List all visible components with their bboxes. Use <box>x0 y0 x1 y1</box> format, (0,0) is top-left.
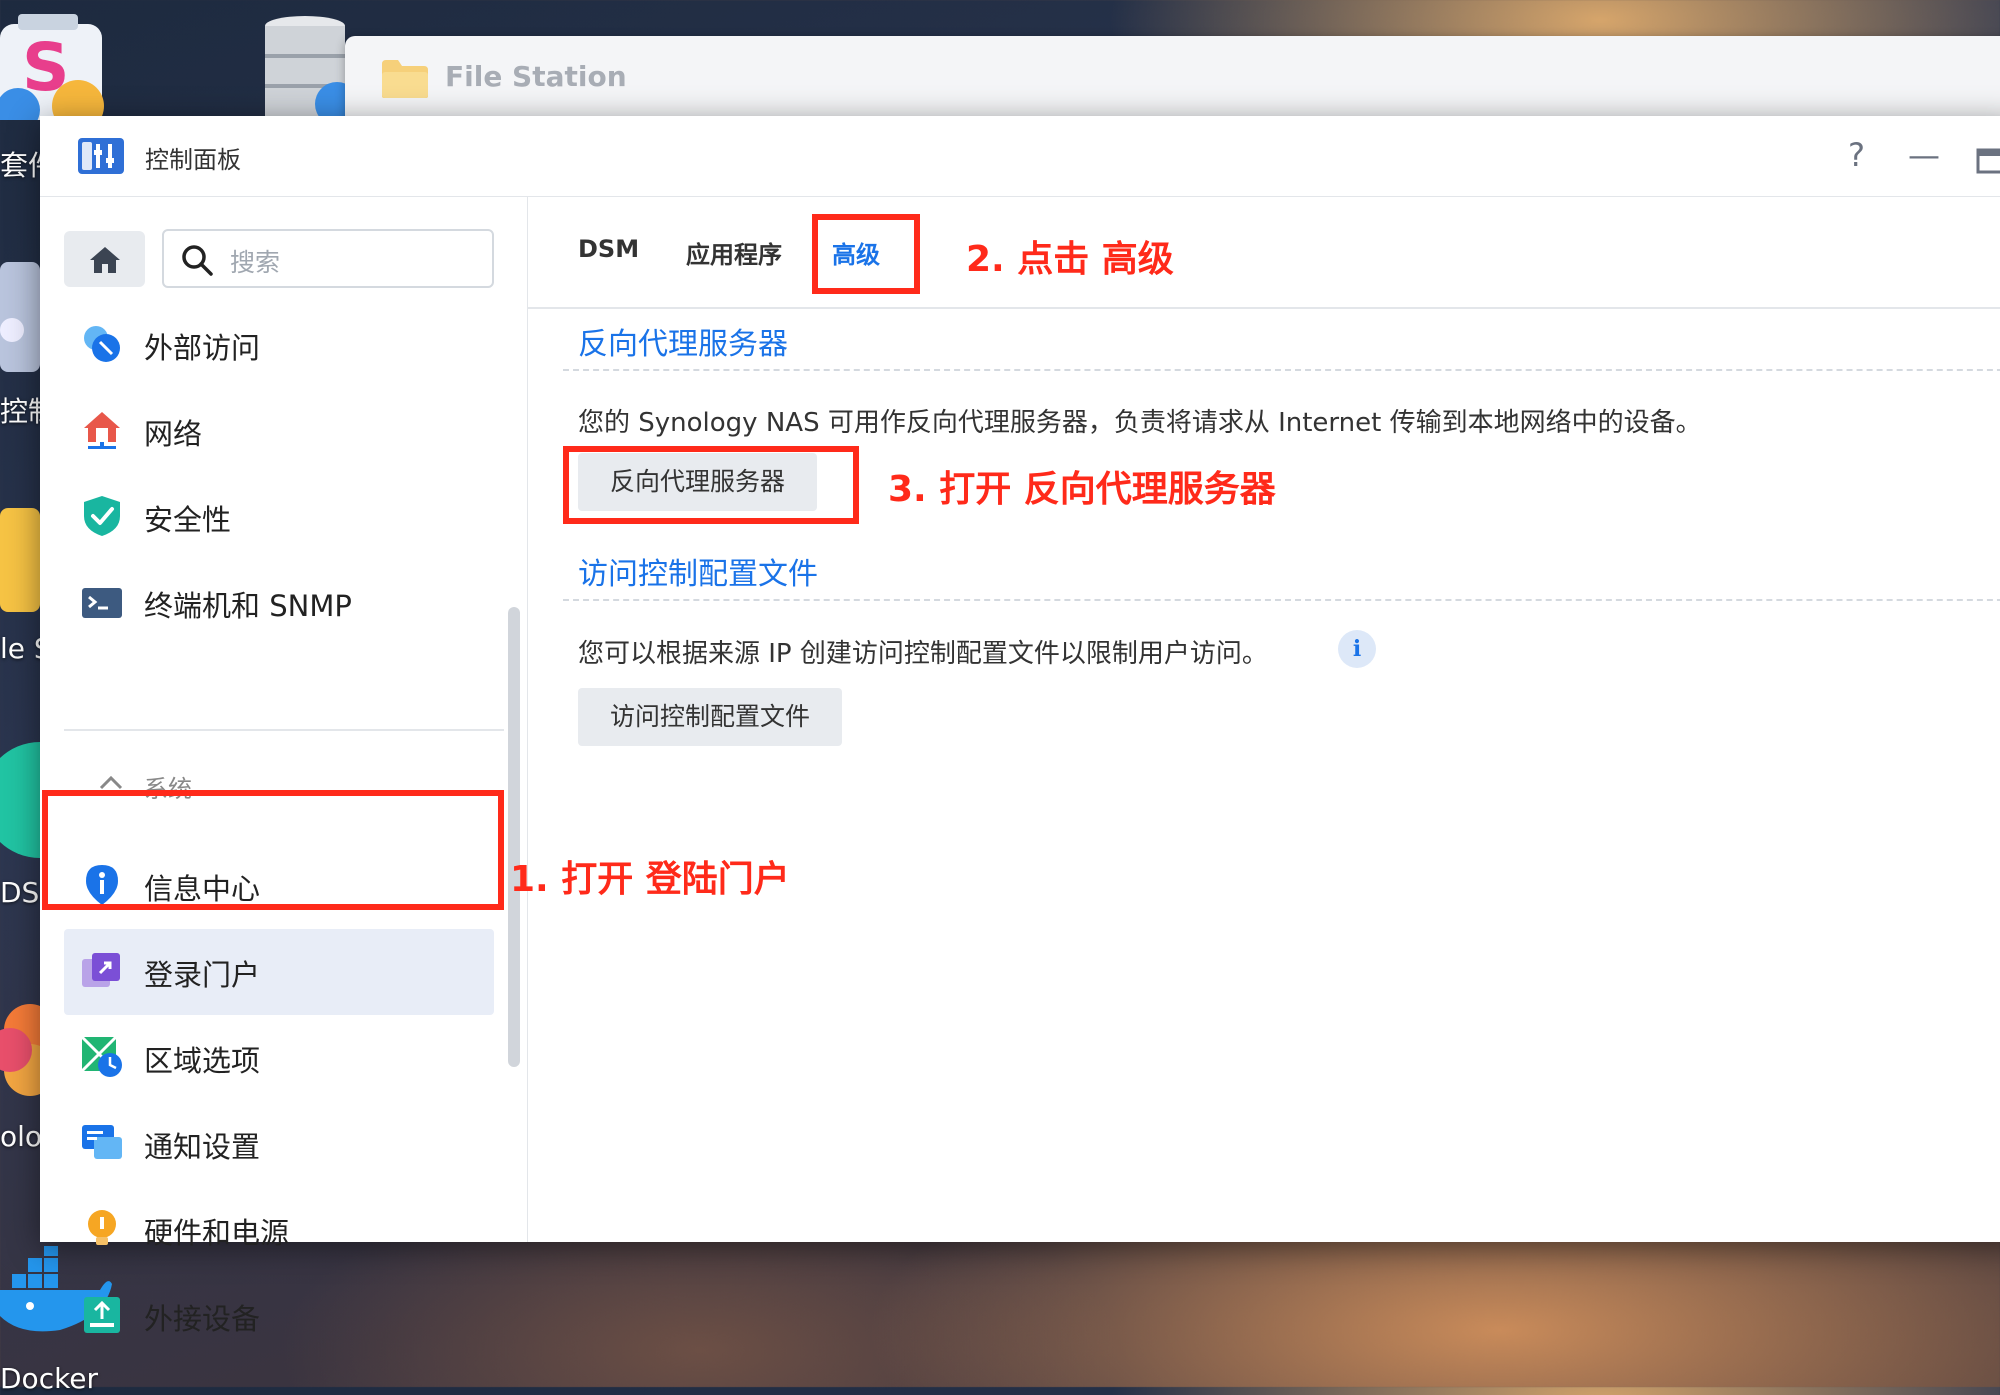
highlight-reverse-proxy-button <box>563 446 859 524</box>
bulb-icon <box>88 1210 116 1245</box>
section-divider <box>563 599 2000 601</box>
sidebar-item-login-portal[interactable]: 登录门户 <box>64 929 494 1015</box>
login-portal-icon <box>82 953 120 987</box>
access-control-title: 访问控制配置文件 <box>578 557 818 592</box>
sidebar-item-regional-options[interactable]: 区域选项 <box>64 1015 494 1101</box>
sidebar-item-label: 终端机和 SNMP <box>144 589 352 623</box>
sidebar-item-hardware-power[interactable]: 硬件和电源 <box>64 1187 494 1273</box>
search-icon <box>182 245 213 276</box>
sidebar-item-label: 外部访问 <box>144 331 261 365</box>
synology-photos-desktop-icon[interactable] <box>0 990 56 1114</box>
sidebar-item-notification[interactable]: 通知设置 <box>64 1101 494 1187</box>
file-station-desktop-icon[interactable] <box>0 508 40 616</box>
home-icon <box>90 247 120 273</box>
control-panel-app-icon <box>78 136 124 180</box>
network-icon <box>84 412 120 449</box>
content-area: DSM 应用程序 高级 反向代理服务器 您的 Synology NAS 可用作反… <box>528 197 2000 1242</box>
sidebar: 搜索 外部访问 网络 安全性 终端机和 SNMP 系统 信息中心 登录门户 区域… <box>40 197 528 1333</box>
reverse-proxy-title: 反向代理服务器 <box>578 327 788 362</box>
sidebar-item-label: 区域选项 <box>144 1044 261 1078</box>
sidebar-item-external-devices[interactable]: 外接设备 <box>64 1273 494 1333</box>
window-title: 控制面板 <box>145 146 241 174</box>
dsm-desktop-icon[interactable] <box>0 740 98 864</box>
terminal-icon <box>82 588 122 618</box>
storage-desktop-icon[interactable] <box>262 14 359 126</box>
sidebar-item-security[interactable]: 安全性 <box>64 474 494 560</box>
sidebar-item-network[interactable]: 网络 <box>64 388 494 474</box>
notification-icon <box>82 1125 122 1159</box>
desktop-label-docker: Docker <box>0 1362 99 1395</box>
sidebar-scrollbar[interactable] <box>508 607 520 1067</box>
search-placeholder: 搜索 <box>230 248 281 277</box>
info-icon[interactable]: i <box>1338 630 1376 668</box>
annotation-step-1: 1. 打开 登陆门户 <box>510 859 790 900</box>
annotation-step-3: 3. 打开 反向代理服务器 <box>888 469 1276 510</box>
minimize-button[interactable]: — <box>1908 136 1940 174</box>
sidebar-item-label: 网络 <box>144 417 203 451</box>
search-input[interactable]: 搜索 <box>162 229 494 288</box>
sidebar-divider <box>64 729 504 731</box>
regional-options-icon <box>80 1035 122 1077</box>
sidebar-item-external-access[interactable]: 外部访问 <box>64 302 494 388</box>
sidebar-item-label: 安全性 <box>144 503 232 537</box>
tab-applications[interactable]: 应用程序 <box>686 235 782 270</box>
annotation-step-2: 2. 点击 高级 <box>966 239 1174 280</box>
control-panel-window: 控制面板 ? — 搜索 外部访问 网络 安全性 终端机和 SNMP 系统 信息中… <box>40 116 2000 1333</box>
svg-text:S: S <box>22 29 70 106</box>
access-control-button[interactable]: 访问控制配置文件 <box>578 688 843 746</box>
sidebar-item-label: 登录门户 <box>144 958 261 992</box>
external-device-icon <box>84 1297 120 1333</box>
highlight-login-portal <box>42 790 504 910</box>
section-divider <box>563 369 2000 371</box>
access-control-description: 您可以根据来源 IP 创建访问控制配置文件以限制用户访问。 <box>578 639 1268 669</box>
sidebar-item-label: 外接设备 <box>144 1302 261 1333</box>
home-button[interactable] <box>64 231 145 287</box>
sidebar-item-label: 硬件和电源 <box>144 1216 290 1250</box>
sidebar-item-label: 通知设置 <box>144 1130 261 1164</box>
control-panel-desktop-icon[interactable] <box>0 262 40 376</box>
package-center-desktop-icon[interactable]: S <box>0 10 105 132</box>
maximize-button[interactable] <box>1976 144 2000 182</box>
tab-dsm[interactable]: DSM <box>578 235 639 263</box>
reverse-proxy-description: 您的 Synology NAS 可用作反向代理服务器，负责将请求从 Intern… <box>578 408 1702 438</box>
shield-icon <box>84 496 120 536</box>
folder-icon <box>380 56 430 104</box>
highlight-advanced-tab <box>812 214 920 294</box>
help-button[interactable]: ? <box>1848 136 1865 174</box>
sidebar-item-terminal-snmp[interactable]: 终端机和 SNMP <box>64 560 494 646</box>
file-station-title: File Station <box>445 60 627 93</box>
tab-bar: DSM 应用程序 高级 <box>528 197 2000 309</box>
external-access-icon <box>84 326 120 362</box>
window-header: 控制面板 ? — <box>40 116 2000 197</box>
